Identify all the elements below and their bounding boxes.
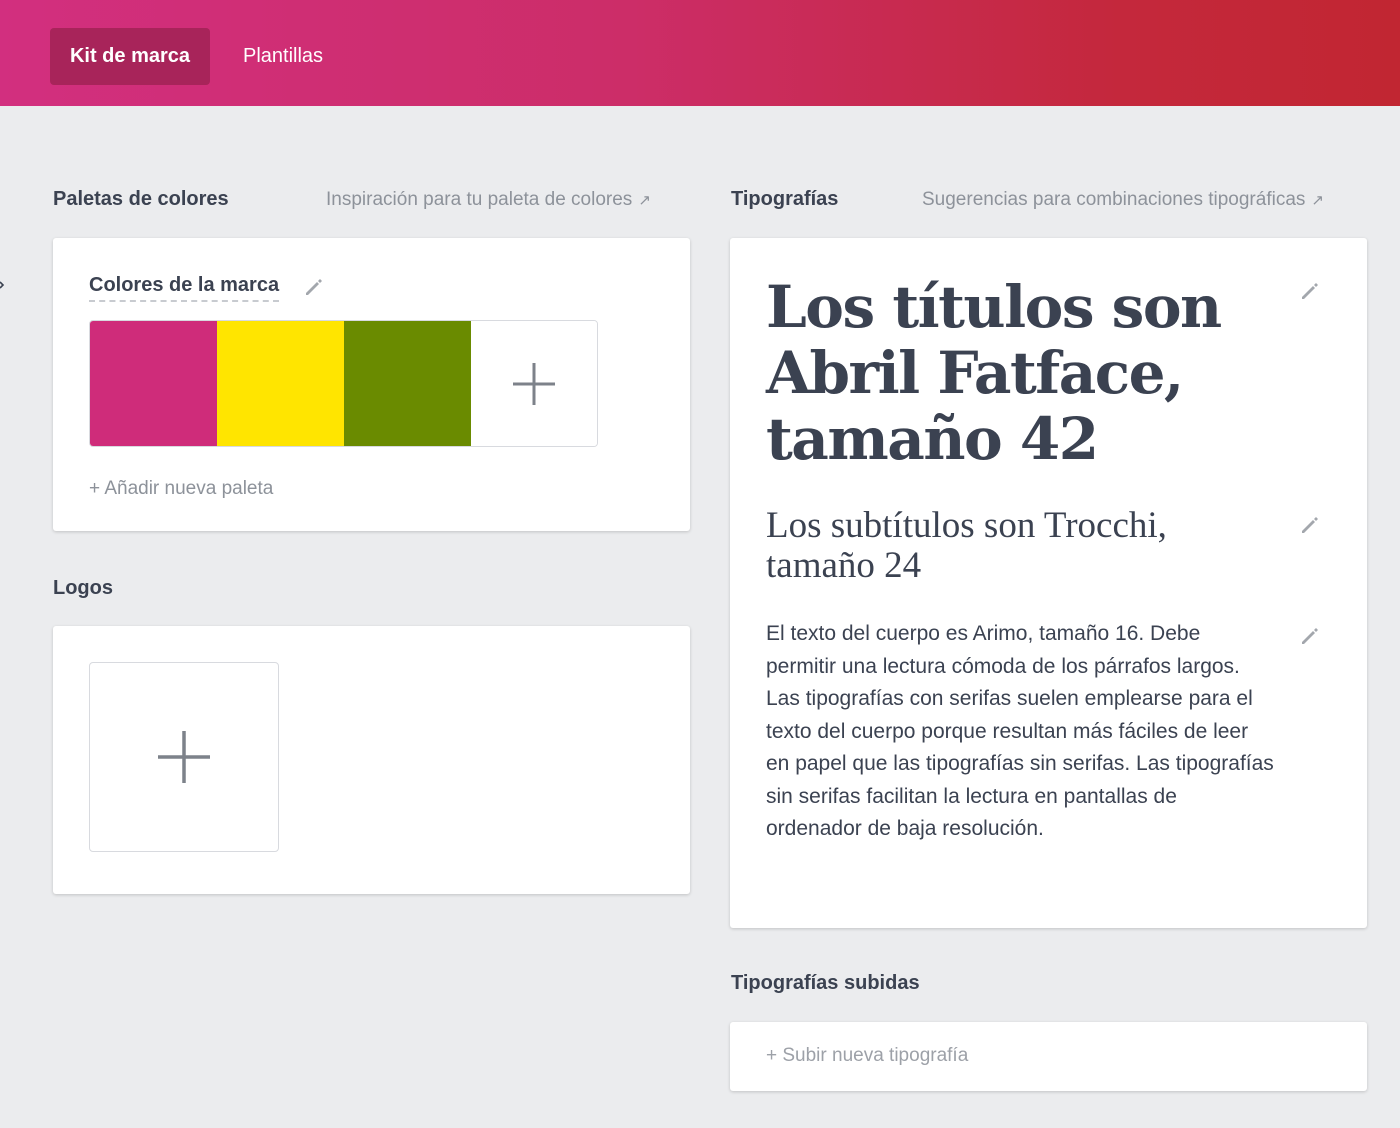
typography-card: Los títulos son Abril Fatface, tamaño 42… (730, 238, 1367, 928)
arrow-up-right-icon: ↗ (1311, 192, 1324, 209)
color-swatches (89, 320, 598, 447)
arrow-up-right-icon: ↗ (638, 192, 651, 209)
logos-section-title: Logos (53, 577, 113, 599)
tab-plantillas[interactable]: Plantillas (243, 28, 323, 85)
collapse-arrow-icon[interactable] (0, 280, 6, 290)
link-text: Sugerencias para combinaciones tipográfi… (922, 189, 1306, 210)
body-font-sample[interactable]: El texto del cuerpo es Arimo, tamaño 16.… (766, 618, 1276, 846)
color-swatch-green[interactable] (344, 321, 471, 446)
palette-name[interactable]: Colores de la marca (89, 274, 280, 302)
top-navigation-bar: Kit de marca Plantillas (0, 0, 1400, 106)
plus-icon (511, 361, 557, 407)
upload-font-button[interactable]: + Subir nueva tipografía (766, 1045, 968, 1067)
palette-inspiration-link[interactable]: Inspiración para tu paleta de colores ↗ (326, 189, 651, 211)
uploaded-fonts-card: + Subir nueva tipografía (730, 1022, 1367, 1091)
logos-card (53, 626, 690, 894)
tab-label: Kit de marca (69, 45, 191, 67)
pencil-icon[interactable] (1299, 280, 1321, 302)
palettes-card: Colores de la marca + Añadir nueva palet… (53, 238, 690, 531)
typography-section-title: Tipografías (731, 188, 839, 210)
pencil-icon[interactable] (303, 276, 325, 298)
pencil-icon[interactable] (1299, 514, 1321, 536)
pencil-icon[interactable] (1299, 625, 1321, 647)
add-palette-button[interactable]: + Añadir nueva paleta (89, 478, 273, 500)
color-swatch-magenta[interactable] (90, 321, 217, 446)
link-text: Inspiración para tu paleta de colores (326, 189, 633, 210)
color-swatch-yellow[interactable] (217, 321, 344, 446)
add-logo-button[interactable] (89, 662, 279, 852)
plus-icon (156, 729, 212, 785)
subheading-font-sample[interactable]: Los subtítulos son Trocchi, tamaño 24 (766, 506, 1246, 586)
heading-font-sample[interactable]: Los títulos son Abril Fatface, tamaño 42 (766, 274, 1246, 472)
uploaded-fonts-section-title: Tipografías subidas (731, 972, 920, 994)
palettes-section-title: Paletas de colores (53, 188, 229, 210)
tab-label: Plantillas (243, 45, 324, 67)
tab-kit-de-marca[interactable]: Kit de marca (50, 28, 210, 85)
font-pairing-link[interactable]: Sugerencias para combinaciones tipográfi… (922, 189, 1324, 211)
add-color-button[interactable] (471, 321, 597, 446)
